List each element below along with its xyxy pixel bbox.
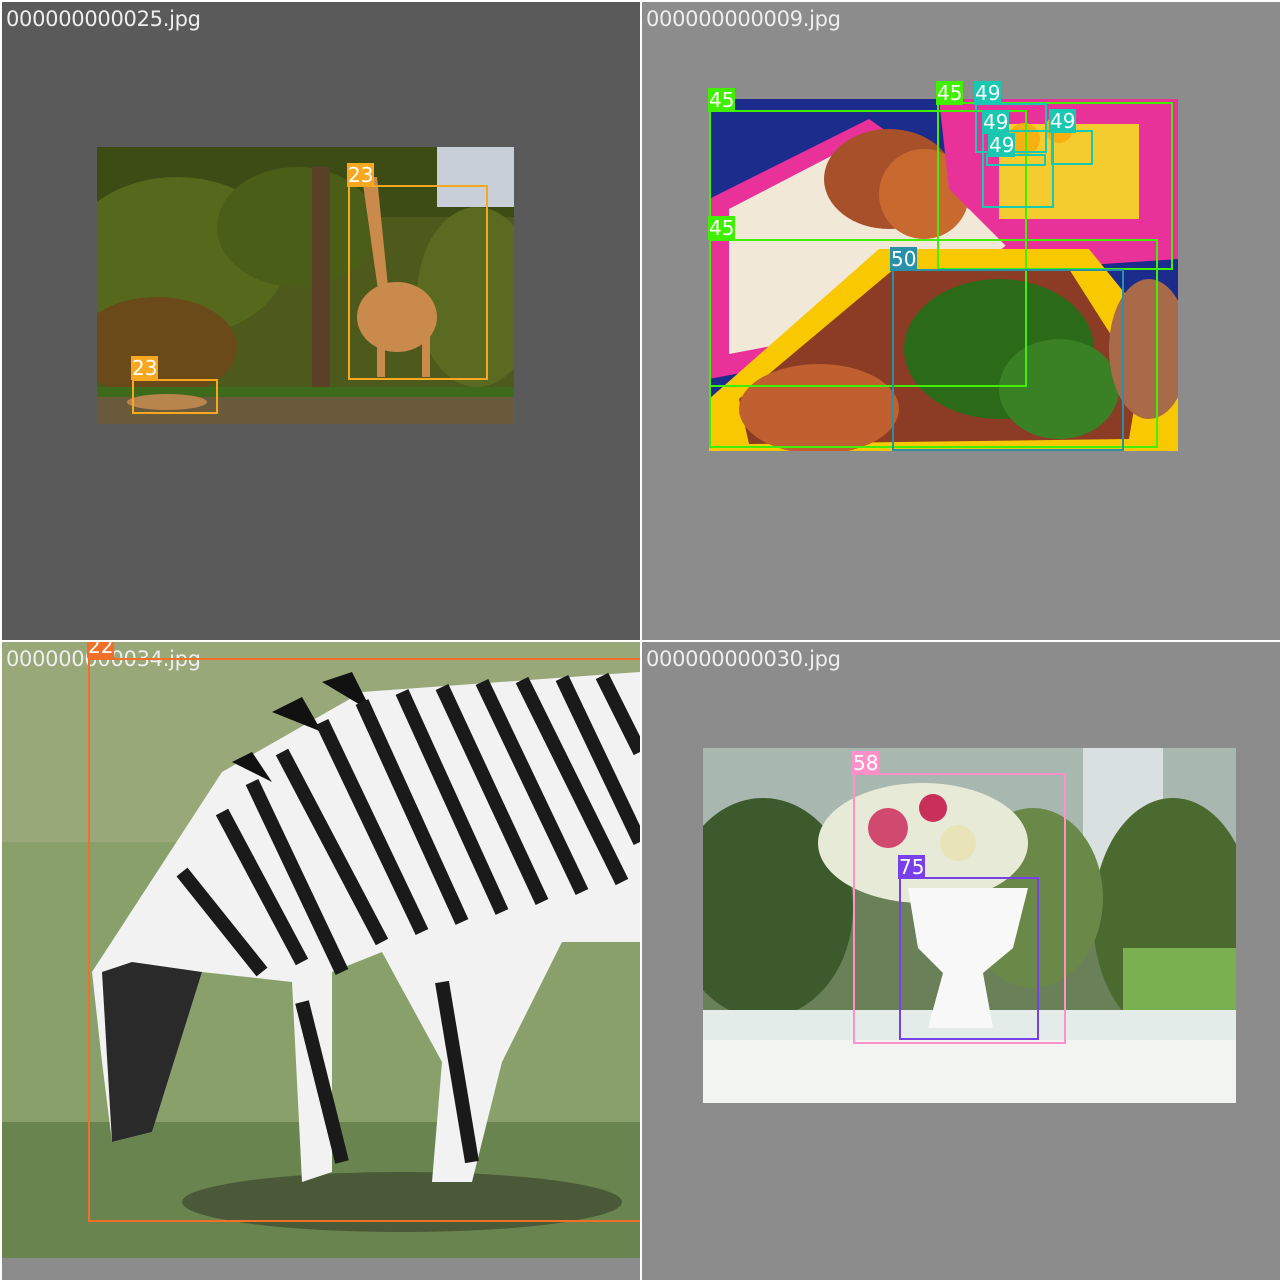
- bbox-label: 45: [708, 88, 736, 112]
- bbox-label: 22: [87, 642, 115, 658]
- bbox-class-49: [1051, 130, 1093, 165]
- bbox-label: 58: [852, 751, 880, 775]
- image-filename: 000000000030.jpg: [646, 647, 841, 671]
- bbox-label: 50: [890, 247, 918, 271]
- mosaic-tile-giraffe: 23 23 000000000025.jpg: [2, 2, 640, 640]
- mosaic-tile-vase: 58 75 000000000030.jpg: [642, 642, 1280, 1280]
- image-filename: 000000000009.jpg: [646, 7, 841, 31]
- bbox-label: 75: [898, 855, 926, 879]
- bbox-class-50: [892, 269, 1124, 451]
- bbox-label: 49: [988, 133, 1016, 157]
- bbox-label: 23: [347, 163, 375, 187]
- bbox-class-22: [88, 658, 640, 1222]
- bbox-label: 45: [708, 216, 736, 240]
- bbox-label: 49: [1049, 109, 1077, 133]
- bbox-label: 49: [982, 110, 1010, 134]
- bbox-label: 23: [131, 356, 159, 380]
- bbox-label: 45: [936, 81, 964, 105]
- mosaic-tile-food: 45 45 49 49 49 49 45 50 000000000009.jpg: [642, 2, 1280, 640]
- image-filename: 000000000025.jpg: [6, 7, 201, 31]
- bbox-label: 49: [974, 81, 1002, 105]
- mosaic-tile-zebra: 22 000000000034.jpg: [2, 642, 640, 1280]
- bbox-class-75: [899, 877, 1039, 1040]
- bbox-class-23: [132, 379, 218, 414]
- bbox-class-23: [348, 185, 488, 380]
